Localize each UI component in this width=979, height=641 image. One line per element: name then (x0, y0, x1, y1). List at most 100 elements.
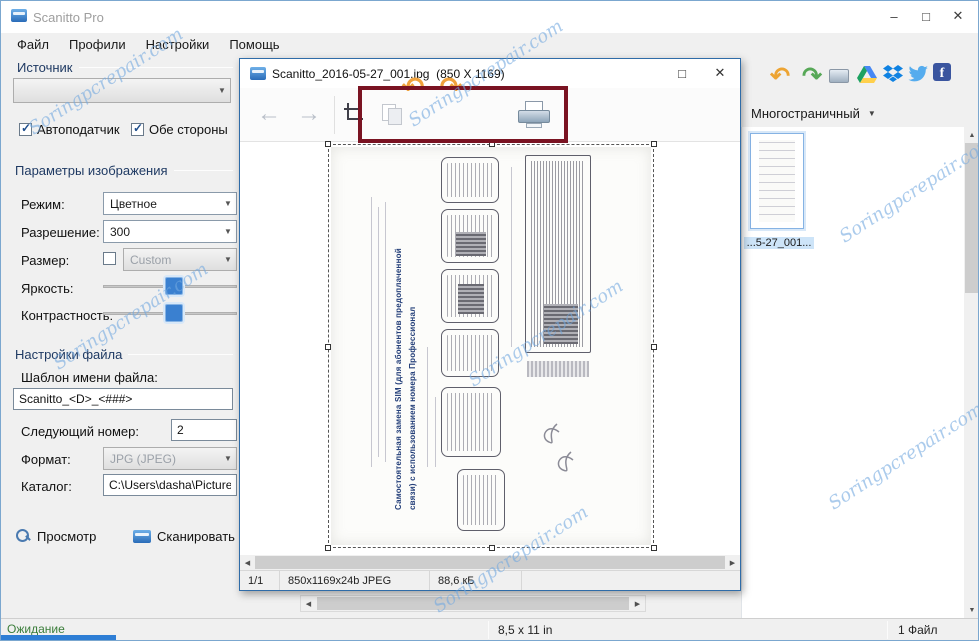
scroll-right-icon[interactable]: ▶ (630, 596, 645, 611)
doc-box (441, 269, 499, 323)
scrollbar-thumb[interactable] (965, 143, 978, 293)
next-image-button[interactable]: → (292, 98, 326, 130)
scroll-up-icon[interactable]: ▲ (964, 127, 978, 143)
scroll-left-icon[interactable]: ◀ (301, 596, 316, 611)
twitter-button[interactable] (907, 65, 929, 83)
doc-barcode (527, 361, 589, 377)
close-button[interactable]: ✕ (942, 3, 974, 29)
menu-help[interactable]: Помощь (219, 33, 289, 57)
resolution-select[interactable]: 300 ▼ (103, 220, 237, 243)
copy-button[interactable] (380, 102, 404, 126)
drive-button[interactable] (857, 65, 877, 83)
progress-bar (1, 635, 116, 640)
viewer-titlebar: Scanitto_2016-05-27_001.jpg (850 X 1169)… (240, 59, 740, 88)
status-state: Ожидание (7, 622, 65, 636)
resize-handle[interactable] (489, 545, 495, 551)
canvas-scrollbar[interactable]: ◀ ▶ (300, 595, 646, 612)
resize-handle[interactable] (651, 545, 657, 551)
resize-handle[interactable] (651, 344, 657, 350)
thumbnail-label[interactable]: ...5-27_001... (742, 237, 816, 249)
scanner-icon (133, 529, 151, 543)
snapshot-icon (829, 69, 849, 83)
mode-label: Режим: (21, 197, 65, 212)
settings-panel: Источник ▼ ✓ Автоподатчик ✓ Обе стороны … (1, 57, 239, 618)
file-settings-title: Настройки файла (15, 347, 233, 362)
folder-input[interactable] (103, 474, 237, 496)
menu-settings[interactable]: Настройки (136, 33, 220, 57)
viewer-image-info: 850x1169x24b JPEG (280, 571, 430, 590)
autofeed-checkbox[interactable]: ✓ (19, 121, 32, 136)
viewer-close-button[interactable]: ✕ (708, 63, 732, 83)
preview-button[interactable]: Просмотр (9, 523, 102, 549)
undo-button[interactable]: ↶ (765, 61, 795, 91)
document-heading: связи) с использованием номера Профессио… (408, 306, 417, 510)
scan-button[interactable]: Сканировать (127, 523, 241, 549)
size-select[interactable]: Custom ▼ (123, 248, 237, 271)
pages-scrollbar[interactable]: ▲ ▼ (964, 127, 978, 618)
status-file-count: 1 Файл (898, 623, 938, 637)
resize-handle[interactable] (325, 545, 331, 551)
scroll-down-icon[interactable]: ▼ (964, 602, 978, 618)
menu-profiles[interactable]: Профили (59, 33, 136, 57)
next-number-label: Следующий номер: (21, 424, 140, 439)
main-statusbar: Ожидание 8,5 x 11 in 1 Файл (1, 618, 978, 640)
mode-select[interactable]: Цветное ▼ (103, 192, 237, 215)
snapshot-button[interactable] (829, 69, 849, 83)
rotate-right-button[interactable]: ↷ (434, 71, 468, 103)
page-thumbnail[interactable] (750, 133, 804, 229)
viewer-maximize-button[interactable]: □ (670, 63, 694, 83)
format-label: Формат: (21, 452, 71, 467)
handwritten-scribble (543, 423, 574, 472)
doc-box (441, 209, 499, 263)
menu-file[interactable]: Файл (7, 33, 59, 57)
rotate-left-button[interactable]: ↶ (396, 71, 430, 103)
size-checkbox[interactable] (103, 252, 116, 265)
chevron-down-icon: ▼ (224, 454, 232, 463)
slider-thumb[interactable] (165, 277, 183, 295)
template-input[interactable] (13, 388, 233, 410)
scanitto-pro-window: Scanitto Pro – □ ✕ Файл Профили Настройк… (0, 0, 979, 641)
previous-image-button[interactable]: ← (252, 98, 286, 130)
undo-icon: ↶ (769, 62, 791, 90)
doc-box (441, 157, 499, 203)
scroll-right-icon[interactable]: ▶ (725, 555, 740, 570)
folder-label: Каталог: (21, 479, 72, 494)
viewer-app-icon (250, 67, 266, 80)
magnifier-icon (15, 528, 31, 544)
multipage-select[interactable]: Многостраничный ▼ (751, 102, 876, 124)
next-number-input[interactable] (171, 419, 237, 441)
rotate-left-icon: ↶ (401, 71, 425, 102)
format-select[interactable]: JPG (JPEG) ▼ (103, 447, 237, 470)
viewer-title: Scanitto_2016-05-27_001.jpg (850 X 1169) (272, 67, 505, 81)
resize-handle[interactable] (651, 141, 657, 147)
redo-icon: ↷ (801, 62, 823, 90)
source-select[interactable]: ▼ (13, 78, 231, 103)
crop-button[interactable] (342, 102, 366, 126)
maximize-button[interactable]: □ (910, 3, 942, 29)
both-sides-checkbox[interactable]: ✓ (131, 121, 144, 136)
dropbox-button[interactable] (883, 65, 903, 83)
viewer-file-size: 88,6 кБ (430, 571, 522, 590)
redo-button[interactable]: ↷ (797, 61, 827, 91)
rotate-right-icon: ↷ (439, 71, 463, 102)
slider-thumb[interactable] (165, 304, 183, 322)
selection-marquee[interactable]: Самостоятельная замена SIM (для абоненто… (325, 141, 657, 551)
scrollbar-thumb[interactable] (317, 597, 629, 610)
menubar: Файл Профили Настройки Помощь (1, 33, 978, 57)
viewer-canvas[interactable]: Самостоятельная замена SIM (для абоненто… (240, 141, 740, 555)
viewer-page-counter: 1/1 (240, 571, 280, 590)
app-title: Scanitto Pro (33, 10, 104, 25)
minimize-button[interactable]: – (878, 3, 910, 29)
image-params-title: Параметры изображения (15, 163, 233, 178)
contrast-slider[interactable] (103, 303, 237, 323)
viewer-scrollbar[interactable]: ◀ ▶ (240, 555, 740, 570)
print-button[interactable] (518, 101, 550, 129)
brightness-slider[interactable] (103, 276, 237, 296)
facebook-icon: f (933, 63, 951, 81)
app-icon (11, 9, 27, 22)
scroll-left-icon[interactable]: ◀ (240, 555, 255, 570)
brightness-label: Яркость: (21, 281, 74, 296)
scrollbar-thumb[interactable] (255, 556, 725, 569)
size-label: Размер: (21, 253, 70, 268)
facebook-button[interactable]: f (933, 63, 951, 81)
